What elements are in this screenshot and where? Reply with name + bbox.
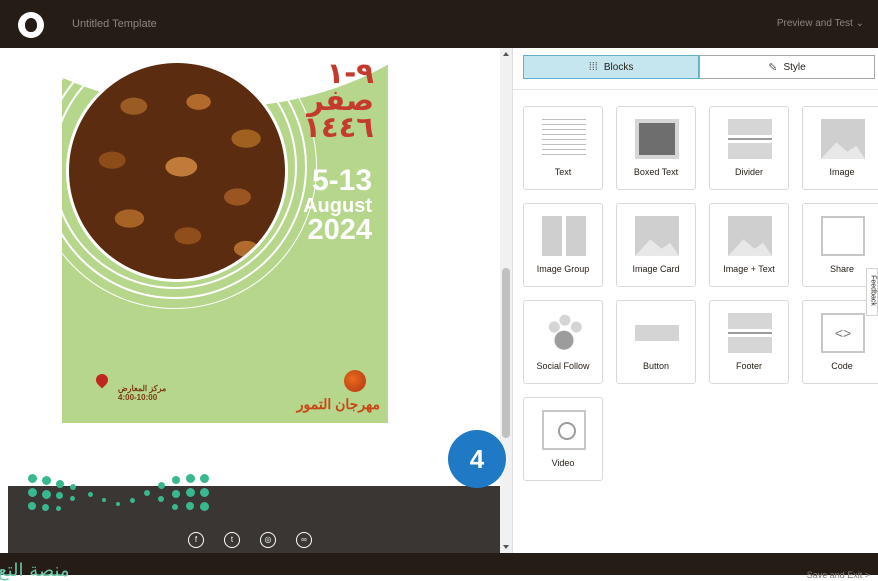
block-label: Image + Text (723, 264, 775, 274)
block-label: Social Follow (536, 361, 590, 371)
template-title[interactable]: Untitled Template (72, 18, 157, 30)
scroll-up-arrow-icon[interactable] (503, 52, 509, 56)
instagram-icon[interactable]: ◎ (260, 532, 276, 548)
text-block-icon (542, 119, 586, 159)
block-text[interactable]: Text (523, 106, 603, 190)
location-pin-icon (93, 371, 111, 389)
block-image-group[interactable]: Image Group (523, 203, 603, 287)
divider-block-icon (728, 119, 772, 159)
block-image[interactable]: Image (802, 106, 878, 190)
block-label: Image Group (536, 264, 590, 274)
step-number-badge: 4 (448, 430, 506, 488)
paintbrush-icon: ✎ (768, 61, 778, 74)
grid-dots-icon: ⁞⁞⁞ (588, 61, 598, 73)
divider (513, 89, 878, 90)
venue-time: 4:00-10:00 (118, 393, 158, 403)
footer-block-icon (728, 313, 772, 353)
scroll-thumb[interactable] (502, 268, 510, 438)
panel-tabs: ⁞⁞⁞ Blocks ✎ Style (523, 55, 875, 79)
scroll-down-arrow-icon[interactable] (503, 545, 509, 549)
social-icons-row: f t ◎ ∞ (188, 532, 312, 548)
block-boxed-text[interactable]: Boxed Text (616, 106, 696, 190)
canvas-scrollbar[interactable] (500, 48, 512, 553)
tab-blocks-label: Blocks (603, 61, 634, 73)
top-bar: Untitled Template Preview and Test ⌄ (0, 0, 878, 48)
hijri-date: ٩-١ صفر ١٤٤٦ (264, 59, 374, 144)
greg-year: 2024 (307, 214, 372, 246)
block-divider[interactable]: Divider (709, 106, 789, 190)
twitter-icon[interactable]: t (224, 532, 240, 548)
gregorian-date: 5-13 August 2024 (262, 166, 372, 245)
tab-style[interactable]: ✎ Style (699, 55, 875, 79)
share-block-icon (821, 216, 865, 256)
festival-name: مهرجان التمور (296, 396, 380, 412)
image-block-icon (821, 119, 865, 159)
poster-image-block[interactable]: ٩-١ صفر ١٤٤٦ 5-13 August 2024 مركز المعا… (62, 48, 388, 423)
block-label: Image (829, 167, 855, 177)
block-label: Code (831, 361, 853, 371)
watermark-dots-logo (28, 474, 218, 524)
tab-style-label: Style (783, 61, 806, 73)
image-card-block-icon (635, 216, 679, 256)
block-label: Boxed Text (633, 167, 679, 177)
venue-name: مركز المعارض (118, 384, 167, 393)
content-blocks-panel: ⁞⁞⁞ Blocks ✎ Style Text Boxed Text Divid… (512, 48, 878, 553)
block-label: Button (642, 361, 670, 371)
greg-days: 5-13 (311, 164, 372, 197)
button-block-icon (635, 325, 679, 341)
social-follow-block-icon (542, 313, 586, 353)
video-block-icon (542, 410, 586, 450)
block-image-card[interactable]: Image Card (616, 203, 696, 287)
tab-blocks[interactable]: ⁞⁞⁞ Blocks (523, 55, 699, 79)
save-and-exit-button[interactable]: Save and Exit > (807, 570, 870, 580)
venue-info: مركز المعارض 4:00-10:00 (118, 384, 166, 402)
block-footer[interactable]: Footer (709, 300, 789, 384)
facebook-icon[interactable]: f (188, 532, 204, 548)
image-group-block-icon (542, 216, 586, 256)
watermark-text: منصة التع (0, 560, 70, 581)
block-image-text[interactable]: Image + Text (709, 203, 789, 287)
mailchimp-logo-icon[interactable] (18, 12, 44, 38)
block-label: Divider (734, 167, 763, 177)
bottom-bar (0, 553, 878, 575)
block-social-follow[interactable]: Social Follow (523, 300, 603, 384)
greg-month: August (303, 195, 372, 217)
block-label: Text (554, 167, 572, 177)
block-video[interactable]: Video (523, 397, 603, 481)
preview-label: Preview and Test (776, 18, 853, 29)
chevron-down-icon: ⌄ (855, 18, 864, 29)
image-text-block-icon (728, 216, 772, 256)
block-button[interactable]: Button (616, 300, 696, 384)
feedback-tab[interactable]: Feedback (866, 268, 878, 316)
block-label: Image Card (632, 264, 680, 274)
block-label: Video (551, 458, 575, 468)
code-block-icon: <> (821, 313, 865, 353)
festival-logo-icon (344, 370, 366, 392)
hijri-year: ١٤٤٦ (303, 109, 374, 144)
link-icon[interactable]: ∞ (296, 532, 312, 548)
feedback-label: Feedback (869, 275, 877, 306)
boxed-text-block-icon (635, 119, 679, 159)
dates-photo (66, 60, 288, 282)
block-label: Footer (735, 361, 762, 371)
preview-and-test-button[interactable]: Preview and Test ⌄ (777, 18, 864, 29)
